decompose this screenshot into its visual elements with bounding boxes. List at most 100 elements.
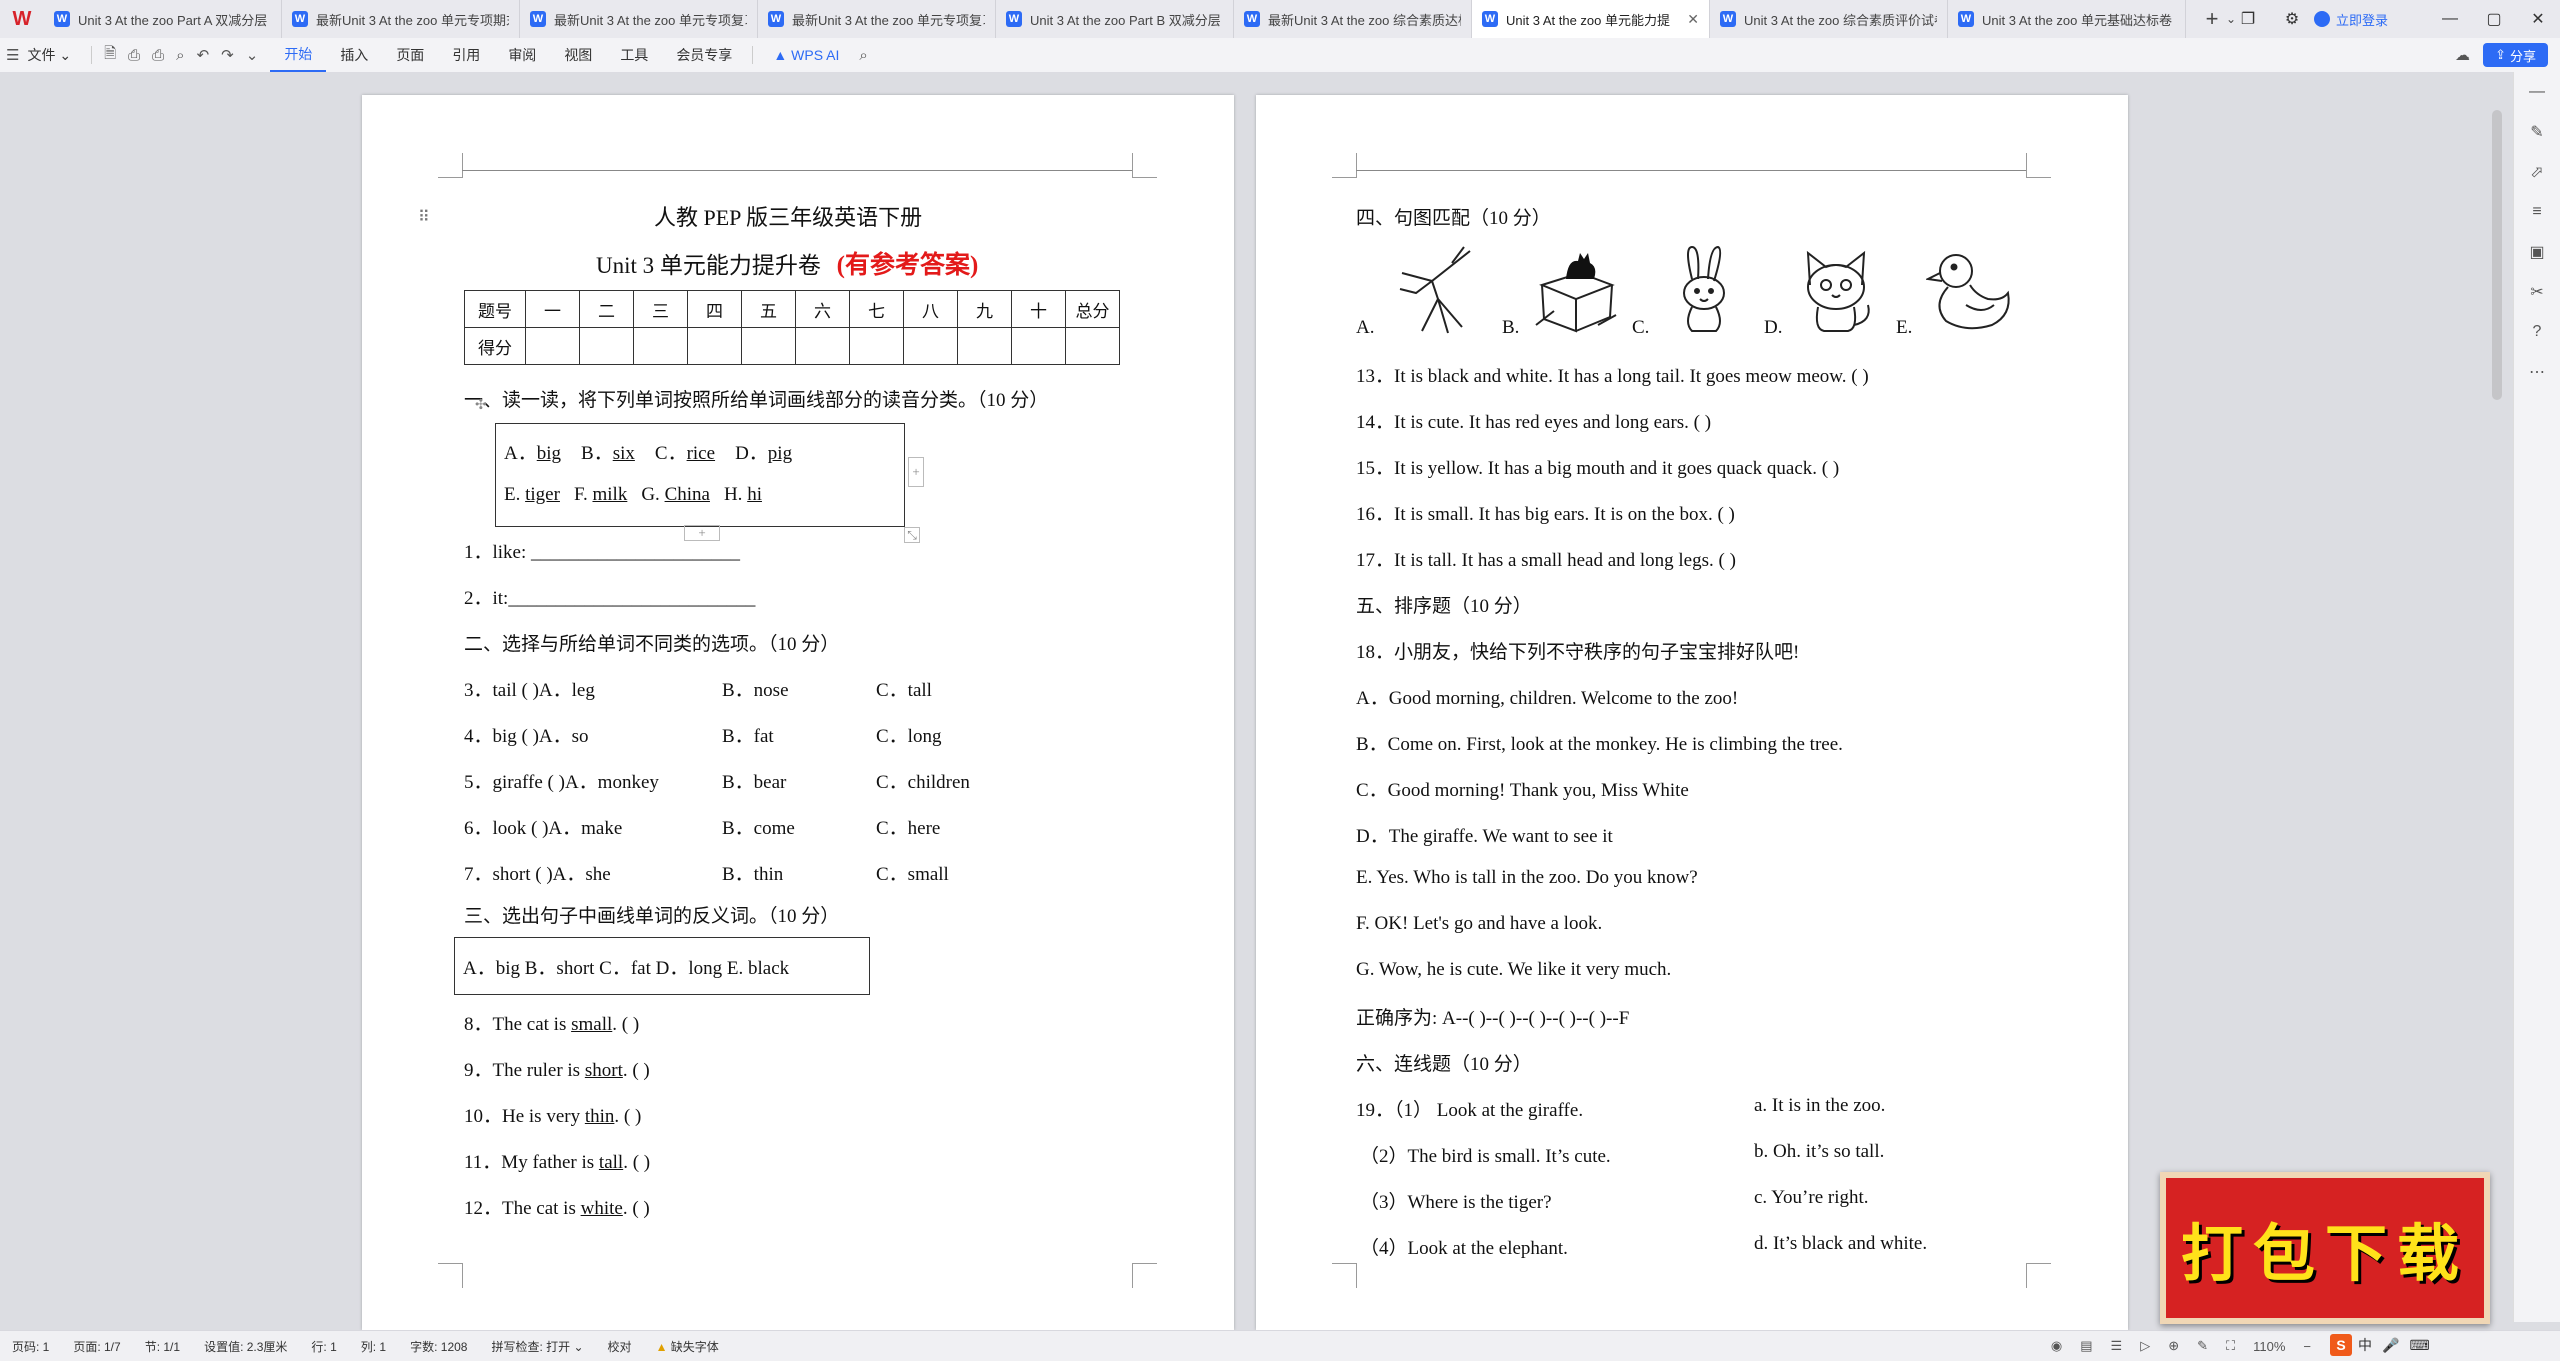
ime-mic-icon[interactable]: 🎤 xyxy=(2382,1337,2399,1354)
print-icon[interactable]: ⎙ xyxy=(146,47,170,64)
status-row[interactable]: 行: 1 xyxy=(299,1338,348,1355)
save-icon[interactable]: 🗎 xyxy=(98,43,122,68)
web-view-icon[interactable]: ⊕ xyxy=(2159,1338,2188,1354)
fit-icon[interactable]: ⛶ xyxy=(2217,1338,2244,1354)
pen-icon[interactable]: ✎ xyxy=(2514,112,2560,152)
document-tab[interactable]: W 最新Unit 3 At the zoo 单元专项复习 xyxy=(758,0,996,38)
score-input-cell[interactable] xyxy=(795,327,850,365)
match-left-item: （3）Where is the tiger? xyxy=(1360,1192,1552,1213)
wps-ai-button[interactable]: ▲ WPS AI xyxy=(759,38,853,72)
ribbon-tab[interactable]: 审阅 xyxy=(494,38,550,72)
write-mode-icon[interactable]: ✎ xyxy=(2188,1338,2217,1354)
ime-language[interactable]: 中 xyxy=(2358,1335,2372,1355)
document-tab[interactable]: W 最新Unit 3 At the zoo 单元专项期末 xyxy=(282,0,520,38)
download-banner[interactable]: 打包下载 xyxy=(2160,1172,2490,1324)
zoom-out-icon[interactable]: − xyxy=(2294,1339,2320,1354)
skin-icon[interactable]: ⚙ xyxy=(2270,9,2314,29)
ribbon-tab[interactable]: 页面 xyxy=(382,38,438,72)
tab-bar: W W Unit 3 At the zoo Part A 双减分层 W 最新Unit … xyxy=(0,0,2560,39)
more-icon[interactable]: ⋯ xyxy=(2514,352,2560,392)
document-tab[interactable]: W Unit 3 At the zoo Part A 双减分层 xyxy=(44,0,282,38)
drag-handle-icon[interactable]: ⠿ xyxy=(418,207,430,227)
ribbon-tab[interactable]: 插入 xyxy=(326,38,382,72)
wps-logo-icon[interactable]: W xyxy=(0,0,44,38)
document-page-1[interactable]: ⠿ 人教 PEP 版三年级英语下册 Unit 3 单元能力提升卷 (有参考答案)… xyxy=(362,95,1234,1330)
status-missing-font[interactable]: ▲ 缺失字体 xyxy=(644,1338,731,1355)
document-tab[interactable]: W Unit 3 At the zoo 单元能力提 ✕ xyxy=(1472,0,1710,38)
score-input-cell[interactable] xyxy=(633,327,688,365)
search-icon[interactable]: ⌕ xyxy=(853,47,873,64)
settings-sliders-icon[interactable]: ≡ xyxy=(2514,192,2560,232)
status-column[interactable]: 列: 1 xyxy=(349,1338,398,1355)
score-input-cell[interactable] xyxy=(849,327,904,365)
status-page-number[interactable]: 页码: 1 xyxy=(0,1338,61,1355)
eye-protect-icon[interactable]: ◉ xyxy=(2042,1338,2071,1354)
status-spell-check[interactable]: 拼写检查: 打开 ⌄ xyxy=(479,1338,595,1355)
ribbon-tab[interactable]: 引用 xyxy=(438,38,494,72)
score-input-cell[interactable] xyxy=(957,327,1012,365)
read-mode-icon[interactable]: ▷ xyxy=(2131,1338,2159,1354)
page-view-icon[interactable]: ▤ xyxy=(2071,1338,2101,1354)
undo-icon[interactable]: ↶ xyxy=(191,46,216,64)
print-preview-icon[interactable]: ⌕ xyxy=(170,47,190,64)
underlined-word: thin xyxy=(584,1106,615,1127)
document-page-2[interactable]: 四、句图匹配（10 分） A. B. C. D. E. 五、排序题（10 分） … xyxy=(1256,95,2128,1330)
resize-table-icon[interactable]: ⤡ xyxy=(904,527,920,543)
outline-view-icon[interactable]: ☰ xyxy=(2102,1338,2132,1354)
score-input-cell[interactable] xyxy=(525,327,580,365)
score-input-cell[interactable] xyxy=(903,327,958,365)
zoom-level[interactable]: 110% xyxy=(2244,1339,2294,1354)
ribbon-tab[interactable]: 开始 xyxy=(270,38,327,72)
login-button[interactable]: 立即登录 xyxy=(2313,10,2388,29)
document-tab[interactable]: W 最新Unit 3 At the zoo 综合素质达标 xyxy=(1234,0,1472,38)
export-pdf-icon[interactable]: ⎙ xyxy=(122,47,146,64)
share-button[interactable]: ⇪ 分享 xyxy=(2483,43,2548,67)
antonym-question: 12．The cat is white. ( ) xyxy=(464,1193,650,1220)
more-dropdown-icon[interactable]: ⌄ xyxy=(240,46,265,64)
ribbon-tab[interactable]: 视图 xyxy=(550,38,606,72)
document-tab[interactable]: W Unit 3 At the zoo 单元基础达标卷 xyxy=(1948,0,2186,38)
new-tab-button[interactable]: + xyxy=(2198,6,2226,32)
score-input-cell[interactable] xyxy=(1011,327,1066,365)
wps-doc-icon: W xyxy=(1958,11,1974,27)
score-input-cell[interactable] xyxy=(741,327,796,365)
document-tab[interactable]: W Unit 3 At the zoo Part B 双减分层 xyxy=(996,0,1234,38)
maximize-icon[interactable]: ▢ xyxy=(2472,9,2516,29)
tab-title: 最新Unit 3 At the zoo 综合素质达标 xyxy=(1268,12,1461,28)
vertical-scrollbar[interactable] xyxy=(2492,110,2502,400)
status-section[interactable]: 节: 1/1 xyxy=(133,1338,192,1355)
ribbon: ☰ 文件 ⌄ 🗎 ⎙ ⎙ ⌕ ↶ ↷ ⌄ 开始 插入 页面 引用 审阅 视图 工具 会员专享 … xyxy=(0,38,2560,73)
menu-icon[interactable]: ☰ xyxy=(0,46,25,64)
image-icon[interactable]: ▣ xyxy=(2514,232,2560,272)
document-tab[interactable]: W 最新Unit 3 At the zoo 单元专项复习 xyxy=(520,0,758,38)
close-tab-icon[interactable]: ✕ xyxy=(1687,11,1699,28)
score-input-cell[interactable] xyxy=(579,327,634,365)
document-tab[interactable]: W Unit 3 At the zoo 综合素质评价试卷 xyxy=(1710,0,1948,38)
status-word-count[interactable]: 字数: 1208 xyxy=(398,1338,479,1355)
cloud-sync-icon[interactable]: ☁ xyxy=(2455,46,2470,64)
status-setting[interactable]: 设置值: 2.3厘米 xyxy=(192,1338,299,1355)
window-restore-icon[interactable]: ❐ xyxy=(2226,9,2270,29)
table-move-icon[interactable]: ✣ xyxy=(475,397,487,414)
select-icon[interactable]: ⬀ xyxy=(2514,152,2560,192)
score-input-cell[interactable] xyxy=(687,327,742,365)
picture-label-b: B. xyxy=(1502,317,1520,338)
header-line xyxy=(1356,170,2026,171)
close-window-icon[interactable]: ✕ xyxy=(2516,9,2560,29)
status-proofread[interactable]: 校对 xyxy=(596,1338,644,1355)
help-icon[interactable]: ? xyxy=(2514,312,2560,352)
ime-toolbar[interactable]: S 中 🎤 ⌨ xyxy=(2330,1331,2520,1359)
add-column-icon[interactable]: + xyxy=(908,457,924,487)
file-menu[interactable]: 文件 ⌄ xyxy=(25,38,85,72)
score-input-cell[interactable] xyxy=(1065,327,1120,365)
status-pages[interactable]: 页面: 1/7 xyxy=(61,1338,132,1355)
tools-icon[interactable]: ✂ xyxy=(2514,272,2560,312)
ime-keyboard-icon[interactable]: ⌨ xyxy=(2409,1337,2429,1354)
answer-blank: . ( ) xyxy=(614,1106,642,1127)
ribbon-tab[interactable]: 工具 xyxy=(606,38,662,72)
ribbon-tab[interactable]: 会员专享 xyxy=(662,38,746,72)
minimize-icon[interactable]: — xyxy=(2428,10,2472,28)
score-row: 得分 xyxy=(464,327,1120,365)
collapse-icon[interactable]: — xyxy=(2514,72,2560,112)
redo-icon[interactable]: ↷ xyxy=(215,46,240,64)
